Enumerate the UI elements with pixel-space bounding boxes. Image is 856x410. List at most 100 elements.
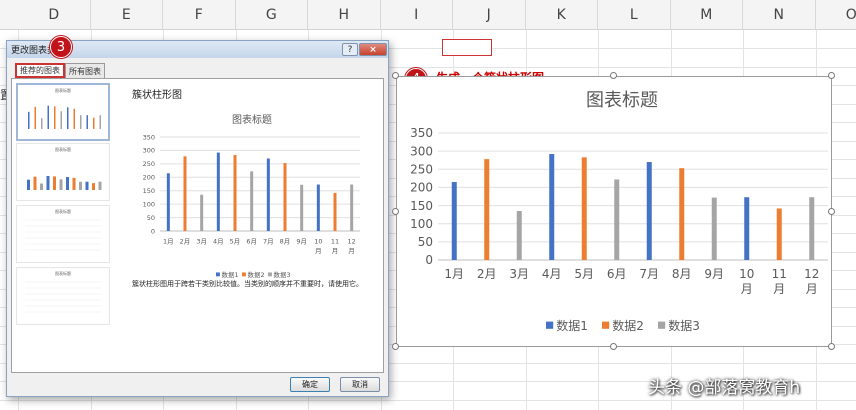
x-tick-label: 10 月 <box>739 267 754 296</box>
x-tick-label: 6月 <box>607 267 627 281</box>
thumbnail-bar <box>80 115 82 129</box>
column-header-h[interactable]: H <box>308 0 381 30</box>
thumbnail-title: 图表标题 <box>55 88 71 93</box>
x-tick-label: 1月 <box>444 267 464 281</box>
y-tick-label: 100 <box>410 217 433 231</box>
thumbnail-bar <box>93 117 95 129</box>
chart-thumbnail-stacked[interactable]: 图表标题 <box>16 143 110 201</box>
bar-数据3 <box>516 211 522 260</box>
column-header-d[interactable]: D <box>18 0 91 30</box>
step-3-badge: 3 <box>50 36 72 58</box>
bar-数据1 <box>316 184 320 231</box>
y-tick-label: 50 <box>418 235 433 249</box>
legend-swatch <box>268 272 272 277</box>
x-tick-label: 4月 <box>213 238 224 246</box>
column-header-g[interactable]: G <box>236 0 308 30</box>
bar-数据2 <box>333 192 337 231</box>
x-tick-label: 2月 <box>477 267 497 281</box>
tab-all-charts[interactable]: 所有图表 <box>65 63 105 79</box>
legend-label: 数据3 <box>274 270 291 279</box>
x-tick-label-line: 12 <box>804 267 819 281</box>
tab-recommended-charts[interactable]: 推荐的图表 <box>15 63 65 78</box>
legend-label: 数据2 <box>612 318 644 333</box>
thumbnail-bar <box>34 106 36 129</box>
column-header-e[interactable]: E <box>91 0 163 30</box>
thumbnail-bar <box>98 181 102 190</box>
y-tick-label: 250 <box>143 160 155 168</box>
y-tick-label: 50 <box>147 214 155 222</box>
thumbnail-title: 图表标题 <box>55 209 71 214</box>
close-button[interactable]: × <box>359 43 387 56</box>
y-tick-label: 250 <box>410 162 433 176</box>
bar-数据2 <box>233 154 237 231</box>
chart-title: 图表标题 <box>232 113 272 126</box>
watermark: 头条 @部落窝教育h <box>648 378 801 398</box>
bar-数据1 <box>744 197 750 260</box>
column-header-f[interactable]: F <box>163 0 236 30</box>
bar-数据3 <box>614 179 620 260</box>
y-tick-label: 0 <box>425 253 433 267</box>
legend-swatch <box>602 321 610 329</box>
x-tick-label: 11 月 <box>331 238 339 256</box>
thumbnail-bar <box>41 118 43 129</box>
thumbnail-bar <box>46 175 50 190</box>
thumbnail-bar <box>79 181 82 190</box>
thumbnail-bar <box>53 176 56 190</box>
column-header-bar: DEFGHIJKLMNO <box>0 0 856 30</box>
column-header-l[interactable]: L <box>598 0 671 30</box>
x-tick-label: 9月 <box>704 267 724 281</box>
ok-button[interactable]: 确定 <box>290 377 330 392</box>
preview-chart: 图表标题 0 50 100 150 200 250 300 350 1月 2月 3月 4月 5月 6月 7月 8… <box>143 113 360 279</box>
bar-数据2 <box>581 157 587 260</box>
thumbnail-bar <box>86 115 88 129</box>
x-tick-label: 6月 <box>246 238 257 246</box>
y-tick-label: 300 <box>143 147 155 155</box>
column-header-k[interactable]: K <box>526 0 598 30</box>
legend-swatch <box>658 321 666 329</box>
x-tick-label-line: 11 <box>331 238 339 246</box>
column-header-i[interactable]: I <box>381 0 453 30</box>
chart-thumbnail-clustered-column[interactable]: 图表标题 <box>16 83 110 141</box>
row-gridline <box>0 399 856 401</box>
column-header-m[interactable]: M <box>671 0 743 30</box>
legend-swatch <box>242 272 246 277</box>
y-tick-label: 0 <box>151 227 155 235</box>
x-tick-label: 1月 <box>163 238 174 246</box>
bar-数据3 <box>809 197 815 260</box>
x-tick-label-line: 10 <box>739 267 754 281</box>
bar-数据1 <box>216 152 220 231</box>
thumbnail-bar <box>66 177 69 190</box>
bar-数据1 <box>646 162 652 260</box>
clustered-column-chart[interactable]: 图表标题 0 50 100 150 200 250 300 350 1月 2月 3月 4月 5月 6月 7月 8… <box>396 76 832 347</box>
thumbnail-bar <box>60 111 62 129</box>
y-tick-label: 150 <box>410 199 433 213</box>
legend-label: 数据1 <box>556 318 588 333</box>
legend-label: 数据1 <box>222 270 239 279</box>
help-button[interactable]: ? <box>342 43 358 56</box>
column-header-o[interactable]: O <box>816 0 856 30</box>
bar-数据3 <box>711 197 717 260</box>
cancel-button[interactable]: 取消 <box>340 377 380 392</box>
selected-cell-j2[interactable] <box>442 39 492 56</box>
x-tick-label-line: 10 <box>314 238 322 246</box>
x-tick-label: 7月 <box>263 238 274 246</box>
chart-thumbnail-line[interactable]: 图表标题 <box>16 205 110 263</box>
x-tick-label-line: 月 <box>773 282 785 296</box>
y-tick-label: 300 <box>410 144 433 158</box>
thumbnail-bar <box>33 176 37 190</box>
thumbnail-bar <box>59 179 63 190</box>
legend-label: 数据3 <box>668 318 700 333</box>
bar-数据2 <box>283 163 287 231</box>
column-header-j[interactable]: J <box>453 0 526 30</box>
bar-数据2 <box>183 156 187 231</box>
thumbnail-title: 图表标题 <box>55 147 71 152</box>
x-tick-label: 11 月 <box>772 267 787 296</box>
bar-数据3 <box>350 184 354 231</box>
chart-title: 图表标题 <box>586 90 658 111</box>
thumbnail-bar <box>27 179 30 190</box>
x-tick-label: 5月 <box>574 267 594 281</box>
y-tick-label: 100 <box>143 200 155 208</box>
chart-thumbnail-bar[interactable]: 图表标题 <box>16 267 110 325</box>
column-header-n[interactable]: N <box>743 0 816 30</box>
bar-数据2 <box>776 208 782 260</box>
